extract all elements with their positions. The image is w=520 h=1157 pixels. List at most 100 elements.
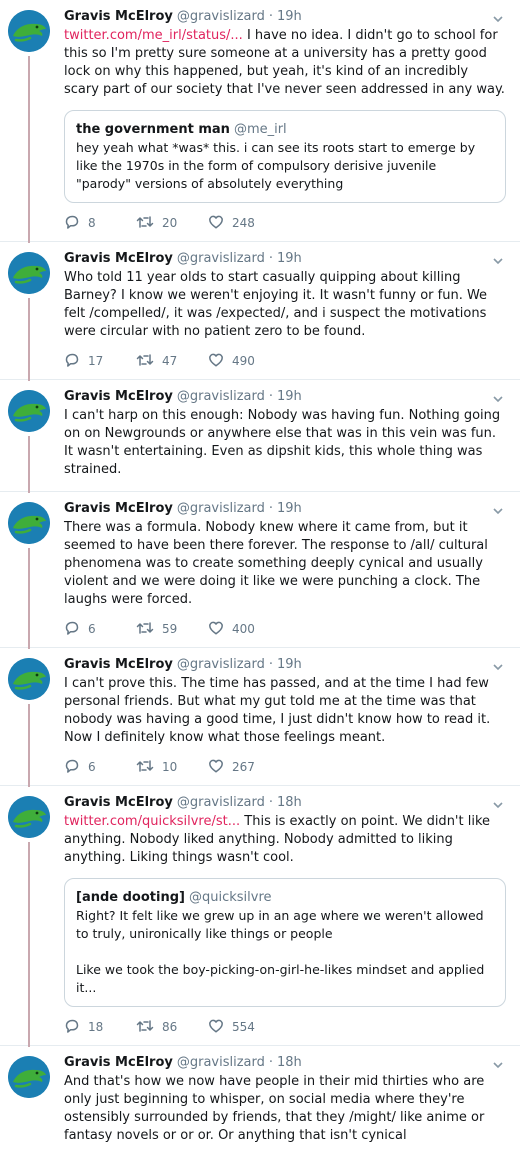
- tweet-body: Gravis McElroy @gravislizard · 19h There…: [58, 500, 506, 647]
- reply-button[interactable]: 17: [64, 352, 136, 371]
- like-button[interactable]: 490: [208, 352, 280, 371]
- chevron-down-icon[interactable]: [490, 503, 506, 519]
- tweet-timestamp[interactable]: 19h: [277, 388, 302, 406]
- tweet-text-content: There was a formula. Nobody knew where i…: [64, 520, 488, 607]
- like-count: 490: [232, 354, 255, 368]
- quoted-tweet[interactable]: [ande dooting] @quicksilvre Right? It fel…: [64, 878, 506, 1007]
- tweet-header: Gravis McElroy @gravislizard · 18h: [64, 1054, 506, 1072]
- retweet-icon: [136, 214, 162, 233]
- author-handle[interactable]: @gravislizard: [177, 500, 265, 518]
- tweet-thread: Gravis McElroy @gravislizard · 19h twitt…: [0, 0, 520, 1157]
- tweet-timestamp[interactable]: 19h: [277, 250, 302, 268]
- author-name[interactable]: Gravis McElroy: [64, 388, 173, 406]
- tweet-text-content: Who told 11 year olds to start casually …: [64, 270, 488, 339]
- author-name[interactable]: Gravis McElroy: [64, 8, 173, 26]
- retweet-icon: [136, 1018, 162, 1037]
- lizard-avatar[interactable]: [8, 252, 50, 294]
- quoted-tweet-link[interactable]: twitter.com/me_irl/status/...: [64, 28, 243, 43]
- reply-count: 17: [88, 354, 104, 368]
- tweet-gutter: [8, 8, 58, 243]
- tweet[interactable]: Gravis McElroy @gravislizard · 19h I can…: [0, 648, 520, 787]
- author-name[interactable]: Gravis McElroy: [64, 656, 173, 674]
- chevron-down-icon[interactable]: [490, 1057, 506, 1073]
- author-handle[interactable]: @gravislizard: [177, 8, 265, 26]
- tweet[interactable]: Gravis McElroy @gravislizard · 19h Who t…: [0, 242, 520, 381]
- retweet-button[interactable]: 86: [136, 1018, 208, 1037]
- author-handle[interactable]: @gravislizard: [177, 656, 265, 674]
- tweet-timestamp[interactable]: 19h: [277, 656, 302, 674]
- reply-button[interactable]: 6: [64, 620, 136, 639]
- tweet-actions: 18 86 554: [64, 1009, 506, 1045]
- chevron-down-icon[interactable]: [490, 391, 506, 407]
- tweet-text: And that's how we now have people in the…: [64, 1073, 506, 1145]
- reply-button[interactable]: 8: [64, 214, 136, 233]
- separator-dot: ·: [268, 795, 274, 810]
- tweet-text: I can't prove this. The time has passed,…: [64, 675, 506, 747]
- tweet-text-content: I can't prove this. The time has passed,…: [64, 676, 491, 745]
- lizard-avatar[interactable]: [8, 796, 50, 838]
- like-button[interactable]: 554: [208, 1018, 280, 1037]
- author-name[interactable]: Gravis McElroy: [64, 500, 173, 518]
- author-handle[interactable]: @gravislizard: [177, 388, 265, 406]
- tweet-timestamp[interactable]: 19h: [277, 500, 302, 518]
- author-handle[interactable]: @gravislizard: [177, 250, 265, 268]
- tweet-gutter: [8, 1054, 58, 1157]
- tweet-timestamp[interactable]: 18h: [277, 794, 302, 812]
- tweet-text-content: And that's how we now have people in the…: [64, 1074, 485, 1143]
- author-handle[interactable]: @gravislizard: [177, 794, 265, 812]
- reply-icon: [64, 352, 88, 371]
- quoted-tweet[interactable]: the government man @me_irl hey yeah what …: [64, 110, 506, 203]
- author-handle[interactable]: @gravislizard: [177, 1054, 265, 1072]
- chevron-down-icon[interactable]: [490, 797, 506, 813]
- tweet-header: Gravis McElroy @gravislizard · 19h: [64, 8, 506, 26]
- like-button[interactable]: 267: [208, 758, 280, 777]
- chevron-down-icon[interactable]: [490, 11, 506, 27]
- reply-button[interactable]: 6: [64, 758, 136, 777]
- chevron-down-icon[interactable]: [490, 659, 506, 675]
- tweet-actions: 8 20 248: [64, 205, 506, 241]
- lizard-avatar[interactable]: [8, 658, 50, 700]
- tweet-body: Gravis McElroy @gravislizard · 18h twitt…: [58, 794, 506, 1045]
- reply-button[interactable]: 18: [64, 1018, 136, 1037]
- like-button[interactable]: 400: [208, 620, 280, 639]
- lizard-avatar[interactable]: [8, 10, 50, 52]
- thread-connector-line: [28, 436, 30, 493]
- like-button[interactable]: 248: [208, 214, 280, 233]
- tweet-timestamp[interactable]: 18h: [277, 1054, 302, 1072]
- lizard-avatar[interactable]: [8, 502, 50, 544]
- author-name[interactable]: Gravis McElroy: [64, 794, 173, 812]
- tweet-header: Gravis McElroy @gravislizard · 19h: [64, 388, 506, 406]
- retweet-count: 47: [162, 354, 178, 368]
- retweet-button[interactable]: 59: [136, 620, 208, 639]
- tweet-body: Gravis McElroy @gravislizard · 19h I can…: [58, 388, 506, 491]
- quoted-tweet-text: hey yeah what *was* this. i can see its …: [76, 140, 476, 191]
- author-name[interactable]: Gravis McElroy: [64, 1054, 173, 1072]
- tweet-text-content: I can't harp on this enough: Nobody was …: [64, 408, 501, 477]
- retweet-button[interactable]: 10: [136, 758, 208, 777]
- separator-dot: ·: [268, 1055, 274, 1070]
- separator-dot: ·: [268, 657, 274, 672]
- heart-icon: [208, 352, 232, 371]
- tweet-text: I can't harp on this enough: Nobody was …: [64, 407, 506, 479]
- tweet[interactable]: Gravis McElroy @gravislizard · 19h I can…: [0, 380, 520, 493]
- retweet-button[interactable]: 20: [136, 214, 208, 233]
- quoted-tweet-link[interactable]: twitter.com/quicksilvre/st...: [64, 814, 240, 829]
- quoted-author-name: [ande dooting]: [76, 890, 185, 905]
- tweet[interactable]: Gravis McElroy @gravislizard · 18h twitt…: [0, 786, 520, 1047]
- chevron-down-icon[interactable]: [490, 253, 506, 269]
- retweet-count: 20: [162, 216, 178, 230]
- reply-count: 6: [88, 760, 96, 774]
- tweet-body: Gravis McElroy @gravislizard · 19h twitt…: [58, 8, 506, 241]
- like-count: 248: [232, 216, 255, 230]
- author-name[interactable]: Gravis McElroy: [64, 250, 173, 268]
- retweet-button[interactable]: 47: [136, 352, 208, 371]
- lizard-avatar[interactable]: [8, 390, 50, 432]
- tweet[interactable]: Gravis McElroy @gravislizard · 19h twitt…: [0, 0, 520, 243]
- reply-count: 6: [88, 622, 96, 636]
- tweet[interactable]: Gravis McElroy @gravislizard · 19h There…: [0, 492, 520, 649]
- tweet-timestamp[interactable]: 19h: [277, 8, 302, 26]
- tweet[interactable]: Gravis McElroy @gravislizard · 18h And t…: [0, 1046, 520, 1157]
- tweet-header: Gravis McElroy @gravislizard · 19h: [64, 250, 506, 268]
- tweet-actions: 6 59 400: [64, 611, 506, 647]
- lizard-avatar[interactable]: [8, 1056, 50, 1098]
